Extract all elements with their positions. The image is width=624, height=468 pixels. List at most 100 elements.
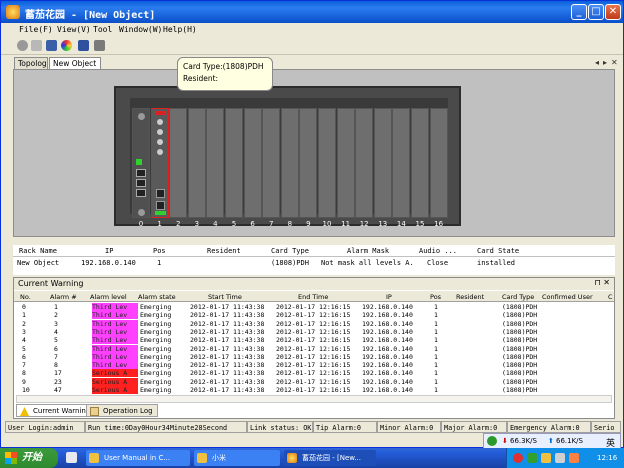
alarm-row[interactable]: Third Lev 7 8 2012-01-17 11:43:38 2012-01-17…: [14, 361, 614, 370]
slot-empty[interactable]: [318, 108, 336, 218]
col-alarm-num[interactable]: Alarm #: [50, 293, 77, 301]
tab-scroll-left-icon[interactable]: ◂: [595, 58, 599, 67]
app-window: 蓄茄花园 - [New Object] _ □ ✕ File(F) View(V…: [0, 0, 624, 449]
alarm-card-cell: (1808)PDH: [502, 336, 538, 345]
alarm-row[interactable]: Third Lev 0 1 2012-01-17 11:43:38 2012-01-17…: [14, 303, 614, 311]
col-resident[interactable]: Resident: [456, 293, 484, 301]
slot-number: 4: [213, 220, 218, 228]
col-ip[interactable]: IP: [105, 247, 113, 255]
slot-empty[interactable]: [169, 108, 188, 218]
save-icon[interactable]: [78, 40, 89, 51]
app-icon: [287, 453, 297, 463]
menu-window[interactable]: Window(W): [119, 25, 162, 34]
alarm-row[interactable]: Third Lev 2 3 2012-01-17 11:43:38 2012-01-17…: [14, 319, 614, 328]
show-desktop-icon[interactable]: [66, 452, 77, 463]
col-resident[interactable]: Resident: [207, 247, 241, 255]
col-ip[interactable]: IP: [386, 293, 392, 301]
col-start-time[interactable]: Start Time: [208, 293, 242, 301]
col-alarm-state[interactable]: Alarm state: [138, 293, 176, 301]
slot-empty[interactable]: [429, 108, 448, 218]
col-confirmed-user[interactable]: Confirmed User: [542, 293, 593, 301]
col-card-type[interactable]: Card Type: [502, 293, 534, 301]
slot-empty[interactable]: [336, 108, 355, 218]
slot-empty[interactable]: [262, 108, 281, 218]
slot-empty[interactable]: [280, 108, 299, 218]
alarm-no-cell: 3: [22, 327, 26, 336]
tray-network-icon[interactable]: [527, 453, 537, 463]
slot-empty[interactable]: [355, 108, 374, 218]
tab-scroll-right-icon[interactable]: ▸: [603, 58, 607, 67]
tab-new-object[interactable]: New Object: [49, 57, 101, 69]
slot-empty[interactable]: [187, 108, 206, 218]
col-no[interactable]: No.: [20, 293, 31, 301]
slot-empty[interactable]: [392, 108, 411, 218]
card-led-icon: [156, 139, 163, 145]
slot-empty[interactable]: [243, 108, 262, 218]
col-c[interactable]: C: [608, 293, 613, 301]
start-button[interactable]: 开始: [0, 448, 58, 468]
minimize-button[interactable]: _: [571, 4, 587, 20]
slot-empty[interactable]: [299, 108, 318, 218]
tab-current-warning[interactable]: Current Warning: [16, 404, 96, 417]
tray-app-icon[interactable]: [513, 453, 523, 463]
alarm-table-header: No. Alarm # Alarm level Alarm state Star…: [14, 291, 614, 302]
col-pos[interactable]: Pos: [430, 293, 441, 301]
col-card-type[interactable]: Card Type: [271, 247, 309, 255]
slot-empty[interactable]: [411, 108, 429, 218]
card-led-icon: [156, 149, 163, 155]
menu-tool[interactable]: Tool: [93, 25, 112, 34]
alarm-row[interactable]: Third Lev 5 6 2012-01-17 11:43:38 2012-01-17…: [14, 344, 614, 353]
alarm-row[interactable]: Third Lev 3 4 2012-01-17 11:43:38 2012-01-17…: [14, 327, 614, 336]
alarm-row[interactable]: Third Lev 4 5 2012-01-17 11:43:38 2012-01-17…: [14, 336, 614, 345]
log-icon: [90, 407, 99, 416]
slot-control-card[interactable]: [132, 108, 150, 218]
taskbar-item-user-manual[interactable]: User Manual in C...: [86, 450, 190, 466]
alarm-alarm-cell: 3: [54, 319, 58, 328]
alarm-row[interactable]: Third Lev 1 2 2012-01-17 11:43:38 2012-01-17…: [14, 311, 614, 320]
slot-empty[interactable]: [225, 108, 243, 218]
slot-empty[interactable]: [373, 108, 392, 218]
menu-view[interactable]: View(V): [57, 25, 91, 34]
alarm-row[interactable]: Third Lev 6 7 2012-01-17 11:43:38 2012-01-17…: [14, 352, 614, 361]
title-bar[interactable]: 蓄茄花园 - [New Object] _ □ ✕: [1, 1, 623, 23]
taskbar-item-xiaomi[interactable]: 小米: [194, 450, 280, 466]
slot-number: 16: [434, 220, 444, 228]
col-pos[interactable]: Pos: [153, 247, 166, 255]
close-button[interactable]: ✕: [605, 4, 621, 20]
panel-pin-close-icon[interactable]: ⊓ ✕: [595, 278, 611, 287]
menu-help[interactable]: Help(H): [163, 25, 197, 34]
tab-close-icon[interactable]: ✕: [611, 58, 618, 67]
alarm-row[interactable]: Serious A 10 47 2012-01-17 11:43:38 2012-01-…: [14, 386, 614, 394]
ethernet-port-icon: [136, 179, 146, 187]
stop-icon[interactable]: [17, 40, 28, 51]
alarm-row[interactable]: Serious A 9 23 2012-01-17 11:43:38 2012-01-1…: [14, 377, 614, 386]
col-rack-name[interactable]: Rack Name: [19, 247, 57, 255]
rack-canvas: 0 1 2 3 4 5 6 7 8 9 10 11 12 13 14 15 16: [13, 69, 615, 237]
tray-update-icon[interactable]: [569, 453, 579, 463]
alarm-pos-cell: 1: [434, 344, 438, 353]
col-alarm-mask[interactable]: Alarm Mask: [347, 247, 389, 255]
slot-empty[interactable]: [206, 108, 225, 218]
tray-volume-icon[interactable]: [555, 453, 565, 463]
monitor-icon[interactable]: [46, 40, 57, 51]
horizontal-scrollbar[interactable]: [16, 395, 612, 403]
color-icon[interactable]: [61, 40, 72, 51]
grid-icon[interactable]: [31, 40, 42, 51]
col-card-state[interactable]: Card State: [477, 247, 519, 255]
card-grid-row[interactable]: New Object 192.168.0.140 1 (1808)PDH Not…: [13, 257, 615, 269]
tab-operation-log[interactable]: Operation Log: [86, 404, 158, 417]
tray-shield-icon[interactable]: [541, 453, 551, 463]
col-end-time[interactable]: End Time: [298, 293, 328, 301]
taskbar-item-app[interactable]: 蓄茄花园 - [New...: [284, 450, 376, 466]
alarm-row[interactable]: Serious A 8 17 2012-01-17 11:43:38 2012-01-1…: [14, 369, 614, 378]
col-audio[interactable]: Audio ...: [419, 247, 457, 255]
tab-topology[interactable]: Topology: [14, 57, 48, 69]
print-icon[interactable]: [94, 40, 105, 51]
clock[interactable]: 12:16: [597, 454, 617, 462]
alarm-end-cell: 2012-01-17 12:16:15: [276, 377, 351, 386]
maximize-button[interactable]: □: [588, 4, 604, 20]
col-alarm-level[interactable]: Alarm level: [90, 293, 127, 301]
slot-card-selected[interactable]: [150, 108, 169, 218]
alarm-state-cell: Emerging: [140, 377, 172, 386]
menu-file[interactable]: File(F): [19, 25, 53, 34]
